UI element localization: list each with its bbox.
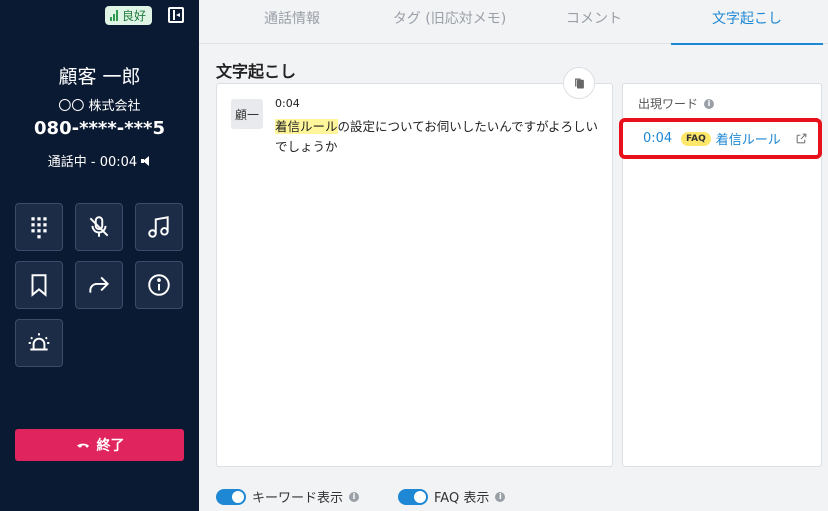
- transcript-title: 文字起こし: [216, 62, 297, 81]
- copy-icon: [574, 78, 584, 88]
- keyword-display-toggle[interactable]: キーワード表示 i: [216, 487, 360, 506]
- speaker-icon: [141, 155, 151, 166]
- alarm-button[interactable]: [15, 319, 63, 367]
- faq-display-toggle[interactable]: FAQ 表示 i: [398, 487, 506, 506]
- info-button[interactable]: [135, 261, 183, 309]
- mute-button[interactable]: [75, 203, 123, 251]
- info-icon[interactable]: i: [495, 491, 506, 502]
- keywords-title-text: 出現ワード: [638, 97, 699, 111]
- keyword-display-label: キーワード表示: [252, 491, 344, 506]
- tab-bar: 通話情報 タグ (旧応対メモ) コメント 文字起こし: [199, 0, 828, 45]
- keywords-title: 出現ワード i: [638, 95, 715, 112]
- mic-off-icon: [89, 216, 109, 237]
- music-icon: [148, 216, 169, 238]
- alarm-icon: [28, 333, 50, 351]
- call-status: 通話中 - 00:04: [0, 151, 199, 170]
- info-icon[interactable]: i: [349, 491, 360, 502]
- hangup-icon: [76, 443, 89, 448]
- external-link-icon[interactable]: [795, 132, 808, 145]
- bookmark-button[interactable]: [15, 261, 63, 309]
- signal-quality-badge: 良好: [105, 6, 153, 25]
- message-time: 0:04: [275, 97, 300, 110]
- faq-display-switch[interactable]: [398, 488, 428, 505]
- tab-comments[interactable]: コメント: [544, 0, 644, 44]
- tab-transcript[interactable]: 文字起こし: [671, 0, 823, 45]
- message-text: 着信ルールの設定についてお伺いしたいんですがよろしいでしょうか: [275, 117, 605, 157]
- caller-name: 顧客 一郎: [58, 66, 141, 88]
- speaker-avatar: 顧一: [231, 99, 263, 129]
- dialpad-button[interactable]: [15, 203, 63, 251]
- hold-music-button[interactable]: [135, 203, 183, 251]
- caller-company: 〇〇 株式会社: [58, 99, 141, 114]
- tab-call-info[interactable]: 通話情報: [241, 0, 343, 44]
- signal-label: 良好: [122, 9, 147, 23]
- keyword-time[interactable]: 0:04: [643, 131, 681, 146]
- info-icon[interactable]: i: [704, 98, 715, 109]
- collapse-panel-icon[interactable]: [168, 7, 184, 23]
- bookmark-icon: [31, 274, 47, 297]
- tab-tags[interactable]: タグ (旧応対メモ): [377, 0, 522, 44]
- faq-display-label: FAQ 表示: [434, 491, 490, 506]
- signal-icon: [110, 10, 118, 21]
- transfer-icon: [89, 276, 110, 293]
- dialpad-icon: [31, 217, 47, 239]
- faq-badge: FAQ: [681, 131, 711, 146]
- caller-phone-number: 080-****-***5: [34, 118, 165, 139]
- keyword-label[interactable]: 着信ルール: [716, 129, 795, 148]
- end-call-label: 終了: [96, 438, 125, 454]
- transfer-button[interactable]: [75, 261, 123, 309]
- copy-button[interactable]: [563, 67, 595, 99]
- end-call-button[interactable]: 終了: [15, 429, 184, 461]
- keyword-item[interactable]: 0:04 FAQ 着信ルール: [619, 118, 822, 159]
- keyword-display-switch[interactable]: [216, 488, 246, 505]
- call-status-text: 通話中 - 00:04: [47, 155, 138, 170]
- keyword-highlight[interactable]: 着信ルール: [275, 119, 338, 134]
- info-icon: [148, 274, 170, 296]
- call-panel: 良好 顧客 一郎 〇〇 株式会社 080-****-***5 通話中 - 00:…: [0, 0, 199, 511]
